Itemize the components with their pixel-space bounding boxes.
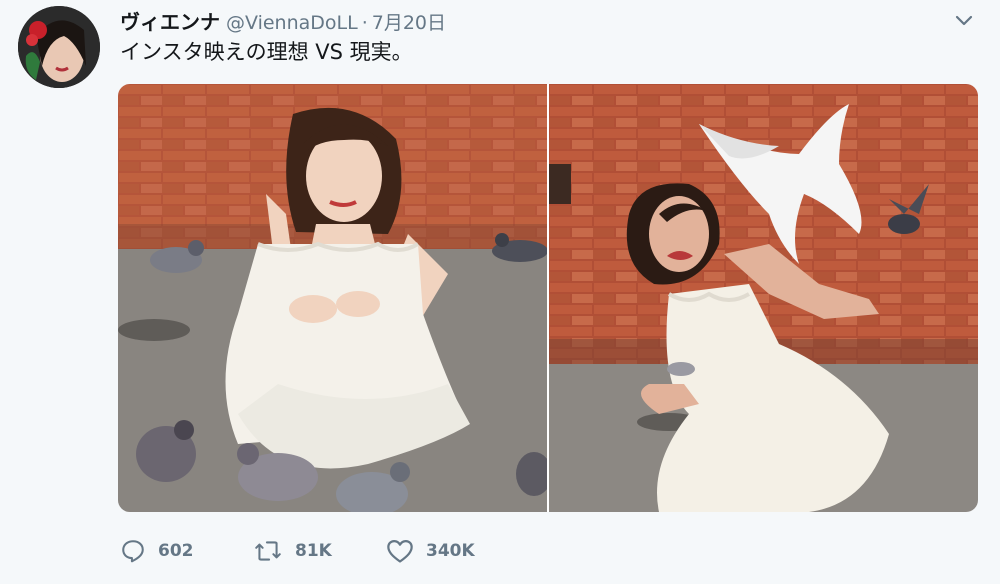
photo-reality[interactable]: [549, 84, 978, 512]
user-handle[interactable]: @ViennaDoLL: [226, 12, 358, 34]
reply-count: 602: [158, 541, 194, 561]
heart-icon: [386, 538, 414, 564]
retweet-button[interactable]: 81K: [253, 538, 386, 564]
tweet: ヴィエンナ @ViennaDoLL · 7月20日 インスタ映えの理想 VS 現…: [0, 0, 1000, 584]
like-button[interactable]: 340K: [386, 538, 519, 564]
reply-button[interactable]: 602: [120, 538, 253, 564]
tweet-header: ヴィエンナ @ViennaDoLL · 7月20日: [120, 6, 446, 34]
tweet-actions: 602 81K 340K: [120, 534, 519, 568]
retweet-icon: [253, 538, 283, 564]
avatar[interactable]: [18, 6, 100, 88]
tweet-text: インスタ映えの理想 VS 現実。: [120, 40, 413, 64]
like-count: 340K: [426, 541, 475, 561]
chevron-down-icon[interactable]: [952, 8, 976, 32]
separator: ·: [361, 12, 368, 34]
reply-icon: [120, 538, 146, 564]
tweet-media: [118, 84, 978, 512]
retweet-count: 81K: [295, 541, 332, 561]
display-name[interactable]: ヴィエンナ: [120, 6, 220, 35]
tweet-date[interactable]: 7月20日: [372, 8, 446, 35]
photo-ideal[interactable]: [118, 84, 547, 512]
